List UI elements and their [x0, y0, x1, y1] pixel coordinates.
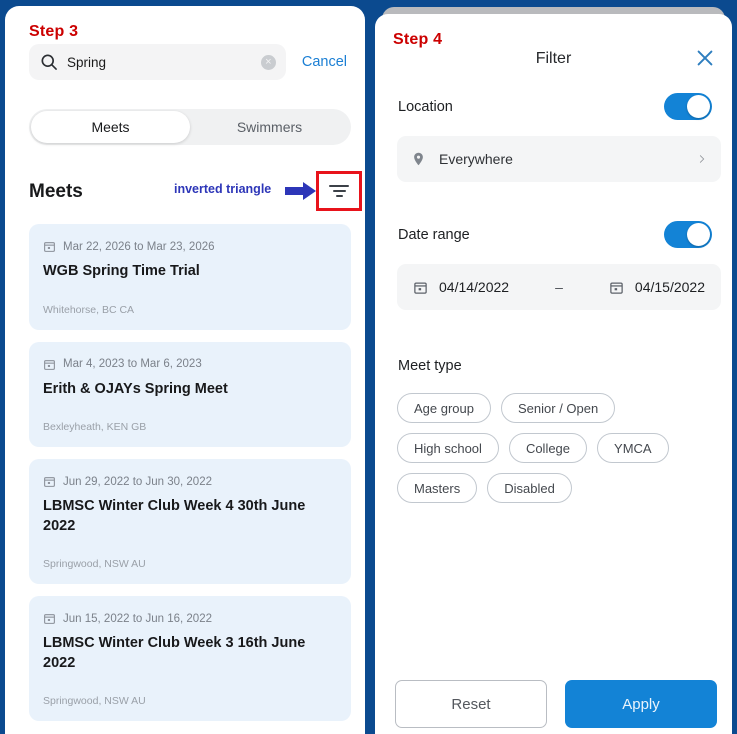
- filter-icon: [329, 185, 349, 197]
- annotation-step-3: Step 3: [29, 23, 79, 40]
- chip-masters[interactable]: Masters: [397, 473, 478, 503]
- chip-senior-open[interactable]: Senior / Open: [501, 393, 616, 423]
- start-date-value: 04/14/2022: [439, 279, 510, 295]
- calendar-icon: [43, 358, 56, 371]
- annotation-inverted-triangle-label: inverted triangle: [174, 182, 272, 196]
- meet-location: Bexleyheath, KEN GB: [43, 421, 147, 434]
- calendar-icon: [43, 475, 56, 488]
- calendar-icon: [43, 240, 56, 253]
- search-bar-row: Spring × Cancel: [29, 44, 347, 80]
- app-window: Step 3 Spring × Cancel Meets Swimmers Me…: [0, 0, 737, 734]
- tab-meets[interactable]: Meets: [31, 111, 190, 143]
- meet-title: Erith & OJAYs Spring Meet: [43, 380, 228, 397]
- toggle-knob: [687, 223, 710, 246]
- date-range-field: 04/14/2022 – 04/15/2022: [397, 264, 721, 310]
- meet-date-row: Jun 29, 2022 to Jun 30, 2022: [43, 475, 337, 488]
- end-date-picker[interactable]: 04/15/2022: [609, 279, 705, 295]
- annotation-step-4: Step 4: [393, 31, 443, 48]
- meet-results-list[interactable]: Mar 22, 2026 to Mar 23, 2026 WGB Spring …: [29, 224, 351, 734]
- chip-high-school[interactable]: High school: [397, 433, 499, 463]
- location-value: Everywhere: [439, 151, 513, 167]
- meet-title: WGB Spring Time Trial: [43, 263, 200, 279]
- meet-date: Mar 22, 2026 to Mar 23, 2026: [63, 240, 215, 253]
- filter-panel: Step 4 Filter Location Everywhere Date r…: [370, 0, 737, 734]
- meet-location: Whitehorse, BC CA: [43, 303, 135, 316]
- location-label: Location: [398, 99, 453, 115]
- location-selector[interactable]: Everywhere: [397, 136, 721, 182]
- filter-sheet-title: Filter: [535, 50, 572, 67]
- list-item[interactable]: Jun 15, 2022 to Jun 16, 2022 LBMSC Winte…: [29, 596, 351, 722]
- meet-date: Jun 29, 2022 to Jun 30, 2022: [63, 475, 212, 488]
- start-date-picker[interactable]: 04/14/2022: [413, 279, 509, 295]
- annotation-highlight-box: [316, 171, 362, 211]
- meet-location: Springwood, NSW AU: [43, 558, 146, 571]
- meet-date: Mar 4, 2023 to Mar 6, 2023: [63, 358, 202, 371]
- toggle-knob: [687, 95, 710, 118]
- tab-swimmers[interactable]: Swimmers: [190, 111, 349, 143]
- search-icon: [39, 52, 59, 72]
- page-title: Meets: [29, 181, 83, 202]
- chip-age-group[interactable]: Age group: [397, 393, 491, 423]
- meet-type-chip-group: Age group Senior / Open High school Coll…: [397, 393, 721, 503]
- search-results-panel: Step 3 Spring × Cancel Meets Swimmers Me…: [5, 6, 365, 734]
- calendar-icon: [413, 280, 428, 295]
- location-toggle[interactable]: [664, 93, 712, 120]
- meet-title: LBMSC Winter Club Week 4 30th June 2022: [43, 498, 306, 534]
- calendar-icon: [43, 612, 56, 625]
- meet-date-row: Mar 4, 2023 to Mar 6, 2023: [43, 358, 337, 371]
- date-range-toggle[interactable]: [664, 221, 712, 248]
- close-button[interactable]: [692, 47, 718, 73]
- end-date-value: 04/15/2022: [634, 279, 705, 295]
- results-type-tabs: Meets Swimmers: [29, 109, 351, 145]
- meet-type-label: Meet type: [398, 358, 462, 374]
- map-pin-icon: [411, 150, 426, 168]
- list-item[interactable]: Mar 4, 2023 to Mar 6, 2023 Erith & OJAYs…: [29, 341, 351, 448]
- chip-disabled[interactable]: Disabled: [487, 473, 572, 503]
- date-range-label: Date range: [398, 227, 470, 243]
- search-input-value: Spring: [67, 54, 107, 70]
- chip-ymca[interactable]: YMCA: [597, 433, 669, 463]
- chevron-right-icon: [697, 151, 707, 167]
- list-item[interactable]: Jun 29, 2022 to Jun 30, 2022 LBMSC Winte…: [29, 459, 351, 585]
- clear-search-icon[interactable]: ×: [260, 54, 276, 70]
- reset-button[interactable]: Reset: [395, 680, 547, 728]
- meet-title: LBMSC Winter Club Week 3 16th June 2022: [43, 635, 306, 671]
- cancel-button[interactable]: Cancel: [302, 54, 347, 70]
- annotation-arrow-icon: [285, 181, 317, 201]
- meet-date-row: Mar 22, 2026 to Mar 23, 2026: [43, 240, 337, 253]
- calendar-icon: [609, 280, 624, 295]
- filter-sheet: Step 4 Filter Location Everywhere Date r…: [375, 14, 732, 734]
- meet-date-row: Jun 15, 2022 to Jun 16, 2022: [43, 612, 337, 625]
- meet-location: Springwood, NSW AU: [43, 695, 146, 708]
- search-input[interactable]: Spring ×: [29, 44, 286, 80]
- meet-date: Jun 15, 2022 to Jun 16, 2022: [63, 612, 212, 625]
- list-item[interactable]: Mar 22, 2026 to Mar 23, 2026 WGB Spring …: [29, 224, 351, 330]
- close-icon: [694, 47, 716, 74]
- apply-button[interactable]: Apply: [565, 680, 717, 728]
- filter-button[interactable]: [319, 174, 359, 208]
- date-range-separator: –: [555, 279, 563, 295]
- chip-college[interactable]: College: [508, 433, 588, 463]
